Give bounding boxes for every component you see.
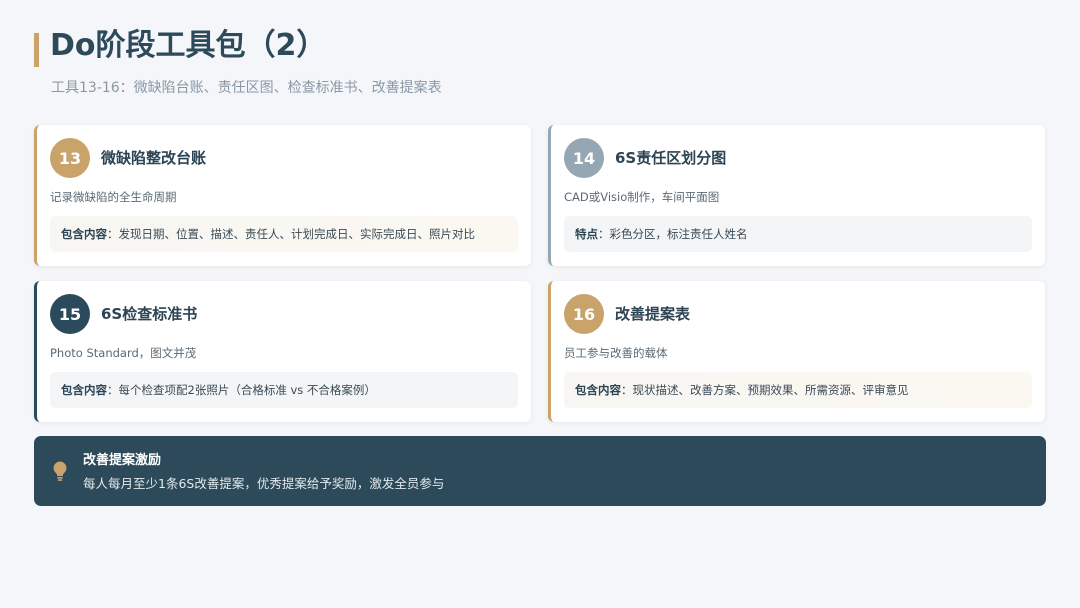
page-title: Do阶段工具包（2） (50, 28, 327, 63)
card-description: 员工参与改善的载体 (564, 346, 668, 360)
number-badge: 13 (50, 138, 90, 178)
detail-text: ：发现日期、位置、描述、责任人、计划完成日、实际完成日、照片对比 (107, 227, 475, 241)
detail-text: ：每个检查项配2张照片（合格标准 vs 不合格案例） (107, 383, 376, 397)
tool-card-13: 13 微缺陷整改台账 记录微缺陷的全生命周期 包含内容 ：发现日期、位置、描述、责… (34, 125, 531, 266)
card-title: 6S责任区划分图 (615, 149, 727, 167)
tool-card-14: 14 6S责任区划分图 CAD或Visio制作，车间平面图 特点 ：彩色分区，标注… (548, 125, 1045, 266)
card-detail-box: 包含内容 ：现状描述、改善方案、预期效果、所需资源、评审意见 (564, 372, 1032, 408)
card-detail-box: 包含内容 ：每个检查项配2张照片（合格标准 vs 不合格案例） (50, 372, 518, 408)
tool-card-16: 16 改善提案表 员工参与改善的载体 包含内容 ：现状描述、改善方案、预期效果、所… (548, 281, 1045, 422)
page-subtitle: 工具13-16：微缺陷台账、责任区图、检查标准书、改善提案表 (51, 80, 442, 96)
lightbulb-icon (53, 461, 67, 481)
banner-text: 每人每月至少1条6S改善提案，优秀提案给予奖励，激发全员参与 (83, 476, 445, 491)
card-description: CAD或Visio制作，车间平面图 (564, 190, 720, 204)
card-title: 微缺陷整改台账 (101, 149, 207, 167)
number-badge: 15 (50, 294, 90, 334)
detail-text: ：彩色分区，标注责任人姓名 (598, 227, 748, 241)
detail-label: 包含内容 (61, 383, 107, 397)
detail-label: 特点 (575, 227, 598, 241)
detail-label: 包含内容 (61, 227, 107, 241)
incentive-banner: 改善提案激励 每人每月至少1条6S改善提案，优秀提案给予奖励，激发全员参与 (34, 436, 1046, 506)
title-accent-bar (34, 33, 39, 67)
detail-text: ：现状描述、改善方案、预期效果、所需资源、评审意见 (621, 383, 909, 397)
detail-label: 包含内容 (575, 383, 621, 397)
card-title: 6S检查标准书 (101, 305, 198, 323)
card-detail-box: 特点 ：彩色分区，标注责任人姓名 (564, 216, 1032, 252)
number-badge: 16 (564, 294, 604, 334)
card-description: Photo Standard，图文并茂 (50, 346, 197, 360)
card-title: 改善提案表 (615, 305, 691, 323)
card-detail-box: 包含内容 ：发现日期、位置、描述、责任人、计划完成日、实际完成日、照片对比 (50, 216, 518, 252)
card-description: 记录微缺陷的全生命周期 (50, 190, 177, 204)
tool-card-15: 15 6S检查标准书 Photo Standard，图文并茂 包含内容 ：每个检查… (34, 281, 531, 422)
banner-title: 改善提案激励 (83, 453, 162, 468)
number-badge: 14 (564, 138, 604, 178)
